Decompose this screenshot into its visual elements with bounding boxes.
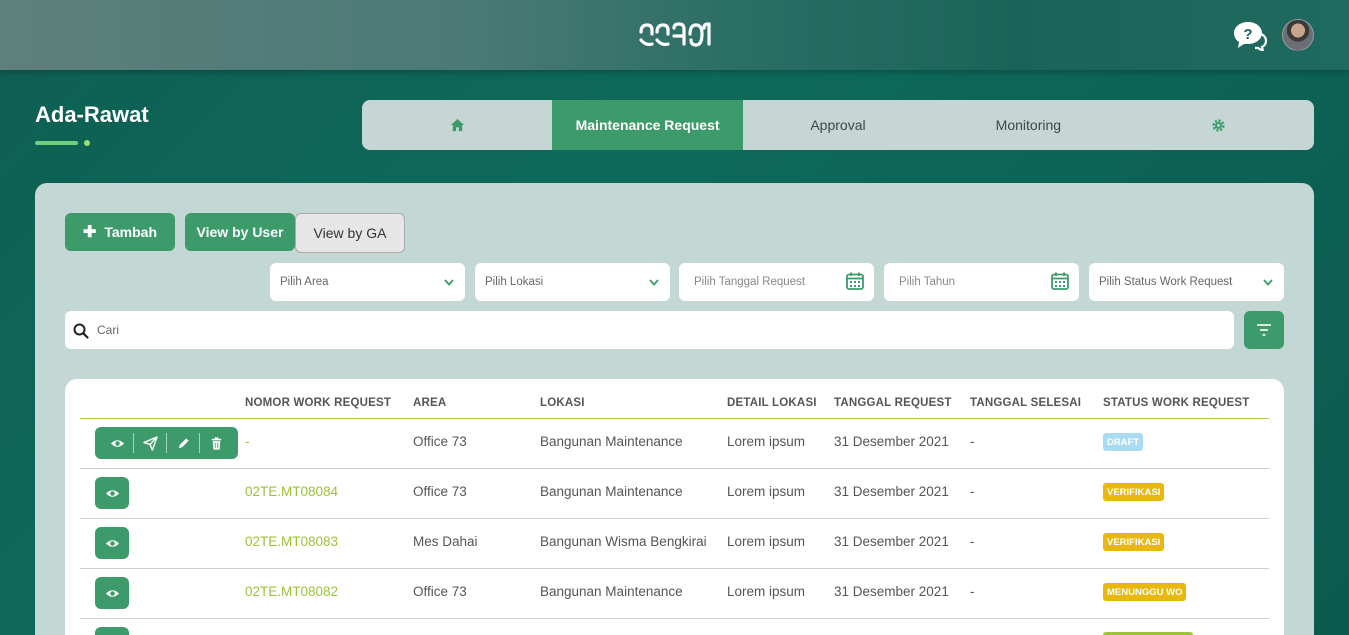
area-select-label: Pilih Area: [280, 276, 329, 288]
row-nomor[interactable]: 02TE.MT08082: [245, 584, 338, 599]
view-button[interactable]: [95, 527, 129, 559]
row-tgl-request: 31 Desember 2021: [834, 584, 949, 599]
tab-maintenance-request[interactable]: Maintenance Request: [552, 100, 743, 150]
view-button[interactable]: [95, 627, 129, 635]
chevron-down-icon: [1263, 279, 1273, 286]
row-tgl-selesai: -: [970, 584, 975, 599]
view-button[interactable]: [95, 577, 129, 609]
tanggal-request-picker[interactable]: Pilih Tanggal Request: [679, 263, 874, 301]
company-logo[interactable]: [638, 20, 712, 50]
status-badge: DRAFT: [1103, 433, 1144, 451]
row-lokasi: Bangunan Maintenance: [540, 584, 683, 599]
row-tgl-request: 31 Desember 2021: [834, 534, 949, 549]
title-underline: [35, 141, 78, 145]
row-area: Office 73: [413, 434, 467, 449]
status-badge: VERIFIKASI: [1103, 483, 1165, 501]
status-badge: MENUNGGU WO: [1103, 583, 1187, 601]
add-button-label: Tambah: [104, 224, 158, 240]
add-button[interactable]: ✚ Tambah: [65, 213, 175, 251]
search-placeholder: Cari: [97, 323, 120, 337]
tab-monitoring[interactable]: Monitoring: [933, 100, 1123, 150]
lokasi-select-label: Pilih Lokasi: [485, 276, 544, 288]
col-detail-lokasi[interactable]: DETAIL LOKASI: [727, 397, 817, 409]
eye-icon: [105, 539, 119, 547]
trash-icon: [211, 436, 221, 450]
col-tanggal-request[interactable]: TANGGAL REQUEST: [834, 397, 952, 409]
filter-button[interactable]: [1244, 311, 1284, 349]
pencil-icon: [178, 437, 189, 448]
col-tanggal-selesai[interactable]: TANGGAL SELESAI: [970, 397, 1081, 409]
row-divider: [80, 468, 1269, 469]
calendar-icon: [1051, 272, 1069, 290]
view-button[interactable]: [95, 477, 129, 509]
status-badge: VERIFIKASI: [1103, 533, 1165, 551]
gear-icon: [1212, 118, 1225, 132]
view-button[interactable]: [101, 432, 133, 454]
user-avatar[interactable]: [1282, 19, 1314, 51]
tanggal-request-label: Pilih Tanggal Request: [694, 276, 806, 288]
row-detail: Lorem ipsum: [727, 484, 806, 499]
tahun-label: Pilih Tahun: [899, 276, 956, 288]
row-tgl-request: 31 Desember 2021: [834, 434, 949, 449]
row-detail: Lorem ipsum: [727, 434, 806, 449]
row-detail: Lorem ipsum: [727, 584, 806, 599]
send-button[interactable]: [134, 432, 166, 454]
send-icon: [142, 435, 158, 451]
filter-icon: [1257, 324, 1271, 336]
row-area: Office 73: [413, 584, 467, 599]
lokasi-select[interactable]: Pilih Lokasi: [475, 263, 670, 301]
header-divider: [80, 418, 1269, 419]
eye-icon: [110, 439, 124, 447]
row-nomor[interactable]: -: [245, 434, 250, 449]
search-icon: [73, 323, 89, 339]
svg-text:?: ?: [1243, 26, 1252, 43]
row-tgl-request: 31 Desember 2021: [834, 484, 949, 499]
title-dot: [84, 140, 90, 146]
status-select[interactable]: Pilih Status Work Request: [1089, 263, 1284, 301]
chevron-down-icon: [649, 279, 659, 286]
edit-button[interactable]: [167, 432, 199, 454]
search-input[interactable]: Cari: [65, 311, 1234, 349]
area-select[interactable]: Pilih Area: [270, 263, 465, 301]
row-tgl-selesai: -: [970, 434, 975, 449]
row-lokasi: Bangunan Wisma Bengkirai: [540, 534, 707, 549]
status-select-label: Pilih Status Work Request: [1099, 276, 1233, 288]
row-tgl-selesai: -: [970, 484, 975, 499]
view-by-user-button[interactable]: View by User: [185, 213, 295, 251]
row-divider: [80, 618, 1269, 619]
eye-icon: [105, 489, 119, 497]
row-nomor[interactable]: 02TE.MT08084: [245, 484, 338, 499]
row-nomor[interactable]: 02TE.MT08083: [245, 534, 338, 549]
row-lokasi: Bangunan Maintenance: [540, 484, 683, 499]
row-area: Office 73: [413, 484, 467, 499]
tab-settings[interactable]: [1124, 100, 1314, 150]
tab-approval[interactable]: Approval: [743, 100, 933, 150]
row-divider: [80, 568, 1269, 569]
row-tgl-selesai: -: [970, 534, 975, 549]
main-nav: Maintenance Request Approval Monitoring: [362, 100, 1314, 150]
col-status[interactable]: STATUS WORK REQUEST: [1103, 397, 1249, 409]
help-chat-icon[interactable]: ?: [1232, 19, 1268, 51]
col-nomor[interactable]: NOMOR WORK REQUEST: [245, 397, 391, 409]
view-by-ga-button[interactable]: View by GA: [295, 213, 405, 253]
page-title: Ada-Rawat: [35, 102, 149, 127]
tahun-picker[interactable]: Pilih Tahun: [884, 263, 1079, 301]
row-area: Mes Dahai: [413, 534, 478, 549]
row-divider: [80, 518, 1269, 519]
chevron-down-icon: [444, 279, 454, 286]
tab-home[interactable]: [362, 100, 552, 150]
eye-icon: [105, 589, 119, 597]
col-lokasi[interactable]: LOKASI: [540, 397, 585, 409]
delete-button[interactable]: [200, 432, 232, 454]
home-icon: [450, 118, 464, 131]
col-area[interactable]: AREA: [413, 397, 446, 409]
row-lokasi: Bangunan Maintenance: [540, 434, 683, 449]
calendar-icon: [846, 272, 864, 290]
plus-icon: ✚: [82, 224, 97, 241]
row-detail: Lorem ipsum: [727, 534, 806, 549]
row-actions: [95, 427, 238, 459]
